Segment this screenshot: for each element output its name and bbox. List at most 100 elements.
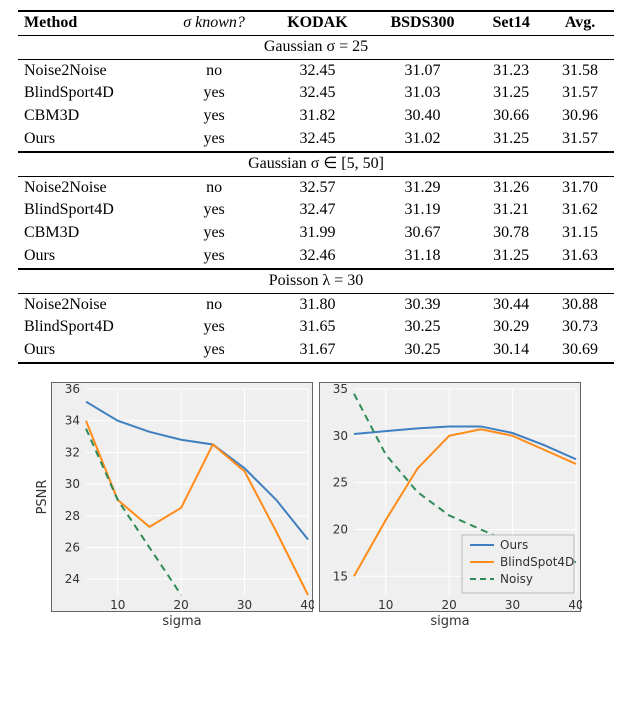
charts-row: PSNR 1020304024262830323436 sigma 102030… — [18, 382, 614, 629]
cell-method: Noise2Noise — [18, 59, 162, 82]
svg-text:Noisy: Noisy — [500, 572, 533, 586]
cell-set14: 31.23 — [476, 59, 546, 82]
cell-set14: 31.25 — [476, 82, 546, 105]
cell-known: yes — [162, 105, 266, 128]
cell-known: yes — [162, 128, 266, 152]
cell-known: no — [162, 176, 266, 199]
svg-text:30: 30 — [65, 477, 80, 491]
cell-method: BlindSport4D — [18, 199, 162, 222]
cell-bsds: 30.40 — [369, 105, 477, 128]
cell-bsds: 31.18 — [369, 245, 477, 269]
table-row: Ours yes 31.67 30.25 30.14 30.69 — [18, 339, 614, 363]
svg-text:30: 30 — [505, 598, 520, 612]
cell-bsds: 31.03 — [369, 82, 477, 105]
svg-text:35: 35 — [333, 383, 348, 396]
cell-kodak: 32.45 — [266, 128, 369, 152]
col-method: Method — [18, 11, 162, 35]
svg-text:20: 20 — [333, 522, 348, 536]
chart-right-pair: 102030401520253035OursBlindSpot4DNoisy s… — [319, 382, 581, 629]
cell-kodak: 31.65 — [266, 316, 369, 339]
section-title: Gaussian σ ∈ [5, 50] — [248, 154, 384, 175]
cell-set14: 31.25 — [476, 245, 546, 269]
cell-avg: 31.57 — [546, 128, 614, 152]
chart-left-pair: PSNR 1020304024262830323436 sigma — [51, 382, 313, 629]
cell-bsds: 31.19 — [369, 199, 477, 222]
svg-text:20: 20 — [174, 598, 189, 612]
table-header-row: Method σ known? KODAK BSDS300 Set14 Avg. — [18, 11, 614, 35]
cell-avg: 30.69 — [546, 339, 614, 363]
svg-text:10: 10 — [378, 598, 393, 612]
svg-text:28: 28 — [65, 509, 80, 523]
cell-set14: 30.78 — [476, 222, 546, 245]
table-row: BlindSport4D yes 32.47 31.19 31.21 31.62 — [18, 199, 614, 222]
cell-set14: 30.66 — [476, 105, 546, 128]
cell-known: yes — [162, 245, 266, 269]
cell-known: yes — [162, 222, 266, 245]
cell-method: CBM3D — [18, 105, 162, 128]
section-title: Poisson λ = 30 — [269, 271, 364, 292]
svg-text:26: 26 — [65, 540, 80, 554]
cell-kodak: 32.45 — [266, 59, 369, 82]
cell-kodak: 31.67 — [266, 339, 369, 363]
results-table: Method σ known? KODAK BSDS300 Set14 Avg.… — [18, 10, 614, 364]
cell-bsds: 31.29 — [369, 176, 477, 199]
cell-method: Ours — [18, 339, 162, 363]
svg-text:32: 32 — [65, 445, 80, 459]
cell-known: yes — [162, 339, 266, 363]
y-axis-label: PSNR — [35, 480, 50, 515]
cell-method: Noise2Noise — [18, 176, 162, 199]
svg-text:34: 34 — [65, 414, 80, 428]
cell-method: CBM3D — [18, 222, 162, 245]
col-set14: Set14 — [476, 11, 546, 35]
cell-kodak: 31.82 — [266, 105, 369, 128]
svg-text:15: 15 — [333, 569, 348, 583]
table-row: CBM3D yes 31.82 30.40 30.66 30.96 — [18, 105, 614, 128]
col-avg: Avg. — [546, 11, 614, 35]
cell-method: Ours — [18, 128, 162, 152]
cell-kodak: 31.99 — [266, 222, 369, 245]
cell-set14: 31.25 — [476, 128, 546, 152]
cell-avg: 31.57 — [546, 82, 614, 105]
svg-text:BlindSpot4D: BlindSpot4D — [500, 555, 574, 569]
cell-avg: 30.88 — [546, 293, 614, 316]
cell-set14: 31.26 — [476, 176, 546, 199]
table-row: Noise2Noise no 32.57 31.29 31.26 31.70 — [18, 176, 614, 199]
chart-left: 1020304024262830323436 — [51, 382, 313, 612]
svg-text:25: 25 — [333, 476, 348, 490]
cell-method: Noise2Noise — [18, 293, 162, 316]
table-row: Noise2Noise no 31.80 30.39 30.44 30.88 — [18, 293, 614, 316]
chart-right: 102030401520253035OursBlindSpot4DNoisy — [319, 382, 581, 612]
cell-avg: 31.58 — [546, 59, 614, 82]
svg-text:10: 10 — [110, 598, 125, 612]
cell-kodak: 32.46 — [266, 245, 369, 269]
section-title-row: Gaussian σ ∈ [5, 50] — [18, 152, 614, 176]
table-row: Ours yes 32.45 31.02 31.25 31.57 — [18, 128, 614, 152]
section-title-row: Poisson λ = 30 — [18, 269, 614, 293]
cell-kodak: 32.45 — [266, 82, 369, 105]
x-axis-label: sigma — [162, 614, 201, 629]
cell-bsds: 31.07 — [369, 59, 477, 82]
svg-text:Ours: Ours — [500, 538, 528, 552]
cell-set14: 31.21 — [476, 199, 546, 222]
svg-text:30: 30 — [333, 429, 348, 443]
cell-bsds: 30.39 — [369, 293, 477, 316]
cell-method: BlindSport4D — [18, 82, 162, 105]
table-row: Noise2Noise no 32.45 31.07 31.23 31.58 — [18, 59, 614, 82]
col-bsds: BSDS300 — [369, 11, 477, 35]
svg-text:30: 30 — [237, 598, 252, 612]
cell-known: yes — [162, 199, 266, 222]
cell-avg: 31.15 — [546, 222, 614, 245]
svg-text:24: 24 — [65, 572, 80, 586]
cell-known: yes — [162, 316, 266, 339]
table-row: BlindSport4D yes 31.65 30.25 30.29 30.73 — [18, 316, 614, 339]
cell-kodak: 32.57 — [266, 176, 369, 199]
table-row: BlindSport4D yes 32.45 31.03 31.25 31.57 — [18, 82, 614, 105]
cell-set14: 30.29 — [476, 316, 546, 339]
svg-text:40: 40 — [568, 598, 582, 612]
section-title: Gaussian σ = 25 — [264, 37, 368, 58]
cell-bsds: 31.02 — [369, 128, 477, 152]
cell-bsds: 30.25 — [369, 339, 477, 363]
section-title-row: Gaussian σ = 25 — [18, 35, 614, 59]
cell-known: yes — [162, 82, 266, 105]
cell-bsds: 30.25 — [369, 316, 477, 339]
